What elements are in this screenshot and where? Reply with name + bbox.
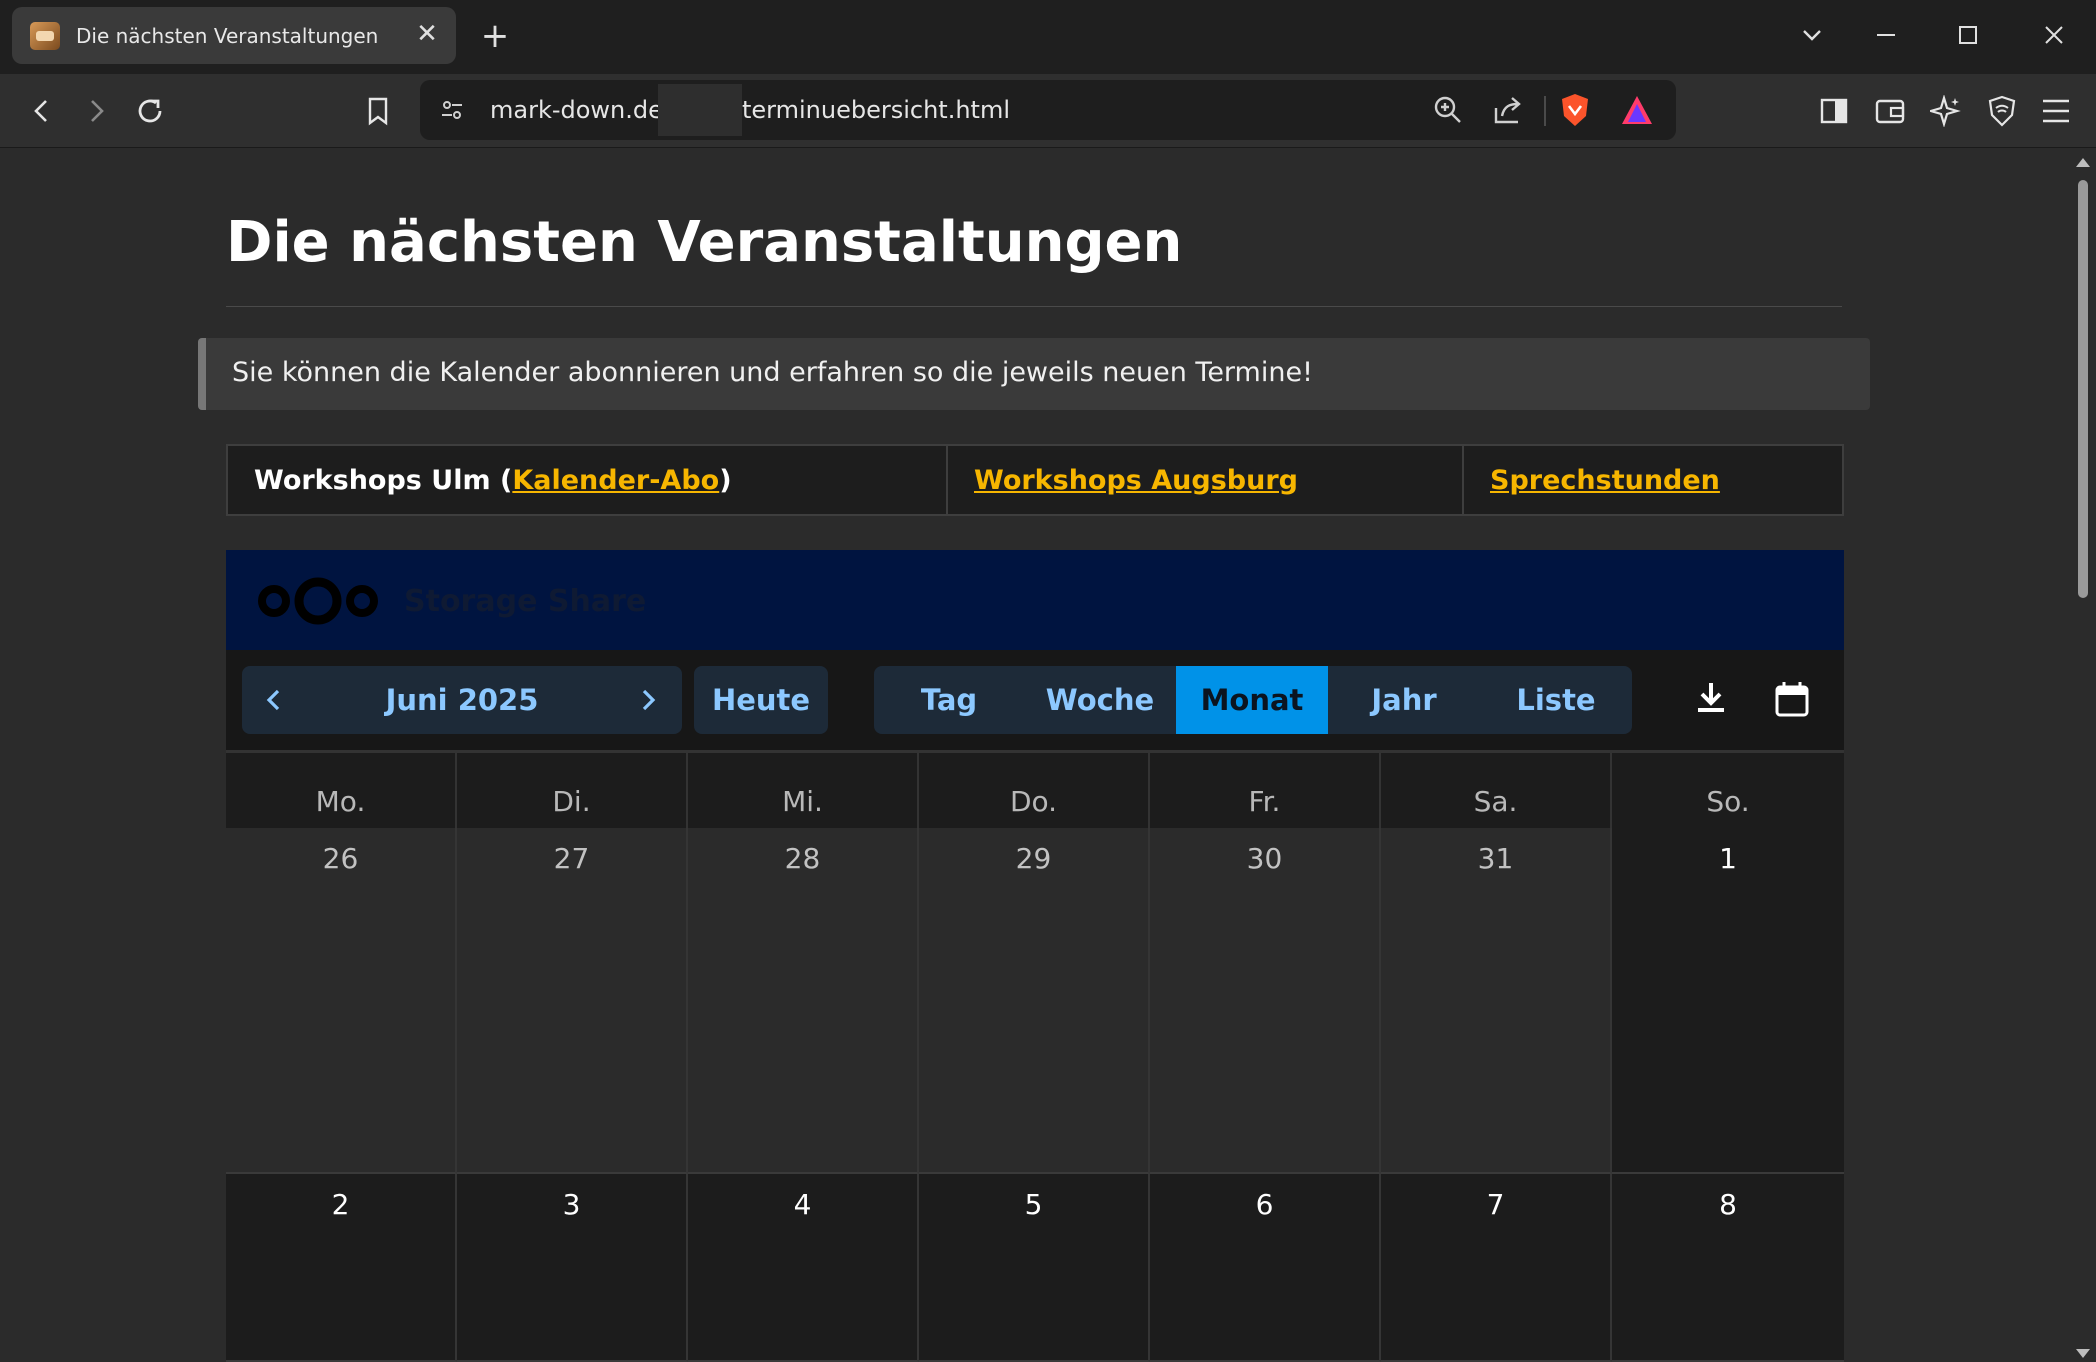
tab-list-chevron-icon[interactable] bbox=[1790, 14, 1834, 58]
nextcloud-logo-icon bbox=[256, 574, 380, 632]
tab-title: Die nächsten Veranstaltungen bbox=[76, 23, 379, 48]
navigation-bar: mark-down.de terminuebersicht.html bbox=[0, 74, 2096, 148]
storage-share-brand: Storage Share bbox=[404, 584, 647, 619]
sprechstunden-cell: Sprechstunden bbox=[1464, 446, 1842, 514]
menu-icon[interactable] bbox=[2036, 91, 2076, 131]
address-bar-separator bbox=[1544, 96, 1546, 126]
day-cell[interactable]: 29 bbox=[919, 828, 1150, 1174]
view-monat-button[interactable]: Monat bbox=[1176, 666, 1328, 734]
title-divider bbox=[226, 306, 1842, 307]
weekday-header: Mi. bbox=[688, 750, 919, 828]
wallet-icon[interactable] bbox=[1870, 91, 1910, 131]
forward-arrow-icon[interactable] bbox=[76, 91, 116, 131]
day-cell[interactable]: 4 bbox=[688, 1174, 919, 1362]
ulm-label-close: ) bbox=[719, 464, 732, 496]
view-liste-button[interactable]: Liste bbox=[1480, 666, 1632, 734]
leo-ai-icon[interactable] bbox=[1926, 91, 1966, 131]
vpn-shield-icon[interactable] bbox=[1982, 91, 2022, 131]
weekday-header: Fr. bbox=[1150, 750, 1381, 828]
kalender-abo-link[interactable]: Kalender-Abo bbox=[512, 465, 719, 496]
notice-text: Sie können die Kalender abonnieren und e… bbox=[232, 357, 1313, 388]
view-tag-button[interactable]: Tag bbox=[874, 666, 1024, 734]
day-cell[interactable]: 6 bbox=[1150, 1174, 1381, 1362]
browser-tab[interactable]: Die nächsten Veranstaltungen ✕ bbox=[12, 7, 456, 64]
weekday-header: So. bbox=[1612, 750, 1844, 828]
day-cell[interactable]: 8 bbox=[1612, 1174, 1844, 1362]
site-favicon-icon bbox=[30, 21, 60, 50]
subscribe-notice: Sie können die Kalender abonnieren und e… bbox=[198, 338, 1870, 410]
close-tab-icon[interactable]: ✕ bbox=[412, 19, 442, 49]
zoom-icon[interactable] bbox=[1432, 94, 1464, 130]
day-cell[interactable]: 5 bbox=[919, 1174, 1150, 1362]
calendar-links-table: Workshops Ulm ( Kalender-Abo ) Workshops… bbox=[226, 444, 1844, 516]
weekday-header: Di. bbox=[457, 750, 688, 828]
day-cell[interactable]: 30 bbox=[1150, 828, 1381, 1174]
url-path: terminuebersicht.html bbox=[742, 96, 1011, 124]
view-woche-button[interactable]: Woche bbox=[1024, 666, 1176, 734]
calendar-toolbar: Juni 2025 Heute Tag Woche Monat Jahr Lis… bbox=[226, 650, 1844, 750]
download-icon[interactable] bbox=[1694, 680, 1734, 720]
weekday-header: Sa. bbox=[1381, 750, 1612, 828]
day-cell[interactable]: 1 bbox=[1612, 828, 1844, 1174]
day-cell[interactable]: 7 bbox=[1381, 1174, 1612, 1362]
weekday-header: Mo. bbox=[226, 750, 457, 828]
sprechstunden-link[interactable]: Sprechstunden bbox=[1490, 465, 1720, 496]
augsburg-cell: Workshops Augsburg bbox=[948, 446, 1464, 514]
ulm-cell: Workshops Ulm ( Kalender-Abo ) bbox=[228, 446, 948, 514]
ulm-label: Workshops Ulm ( bbox=[254, 464, 513, 496]
share-icon[interactable] bbox=[1492, 94, 1524, 130]
calendar-widget: Storage Share Juni 2025 Heute Tag Woche … bbox=[226, 550, 1844, 1362]
scroll-down-arrow-icon[interactable] bbox=[2076, 1349, 2090, 1358]
brave-rewards-icon[interactable] bbox=[1620, 94, 1654, 130]
month-navigator: Juni 2025 bbox=[242, 666, 682, 734]
day-cell[interactable]: 27 bbox=[457, 828, 688, 1174]
weekday-header: Do. bbox=[919, 750, 1150, 828]
month-grid: Mo. Di. Mi. Do. Fr. Sa. So. 26 27 28 29 … bbox=[226, 750, 1844, 1362]
url-host: mark-down.de bbox=[490, 96, 663, 124]
maximize-icon[interactable] bbox=[1946, 14, 1990, 58]
back-arrow-icon[interactable] bbox=[22, 91, 62, 131]
day-cell[interactable]: 28 bbox=[688, 828, 919, 1174]
minimize-icon[interactable] bbox=[1864, 14, 1908, 58]
month-label: Juni 2025 bbox=[385, 683, 539, 717]
reload-icon[interactable] bbox=[130, 91, 170, 131]
page-title: Die nächsten Veranstaltungen bbox=[226, 210, 1183, 275]
bookmark-icon[interactable] bbox=[358, 91, 398, 131]
day-cell[interactable]: 3 bbox=[457, 1174, 688, 1362]
url-redaction bbox=[658, 84, 742, 136]
view-switcher: Tag Woche Monat Jahr Liste bbox=[874, 666, 1632, 734]
next-month-icon[interactable] bbox=[634, 686, 662, 714]
tab-bar: Die nächsten Veranstaltungen ✕ + bbox=[0, 0, 2096, 74]
site-settings-icon[interactable] bbox=[438, 96, 466, 128]
day-cell[interactable]: 26 bbox=[226, 828, 457, 1174]
page-content: Die nächsten Veranstaltungen Sie können … bbox=[0, 148, 2070, 1362]
today-button[interactable]: Heute bbox=[694, 666, 828, 734]
new-tab-plus-icon[interactable]: + bbox=[478, 16, 512, 56]
address-bar[interactable]: mark-down.de terminuebersicht.html bbox=[420, 80, 1676, 140]
window-close-icon[interactable] bbox=[2032, 14, 2076, 58]
brave-shields-icon[interactable] bbox=[1558, 92, 1592, 132]
day-cell[interactable]: 2 bbox=[226, 1174, 457, 1362]
calendar-header: Storage Share bbox=[226, 550, 1844, 650]
calendar-subscribe-icon[interactable] bbox=[1774, 680, 1814, 720]
sidebar-icon[interactable] bbox=[1814, 91, 1854, 131]
page-scrollbar[interactable] bbox=[2070, 148, 2096, 1362]
scroll-up-arrow-icon[interactable] bbox=[2076, 158, 2090, 167]
workshops-augsburg-link[interactable]: Workshops Augsburg bbox=[974, 465, 1298, 496]
view-jahr-button[interactable]: Jahr bbox=[1328, 666, 1480, 734]
scroll-thumb[interactable] bbox=[2078, 180, 2088, 598]
day-cell[interactable]: 31 bbox=[1381, 828, 1612, 1174]
